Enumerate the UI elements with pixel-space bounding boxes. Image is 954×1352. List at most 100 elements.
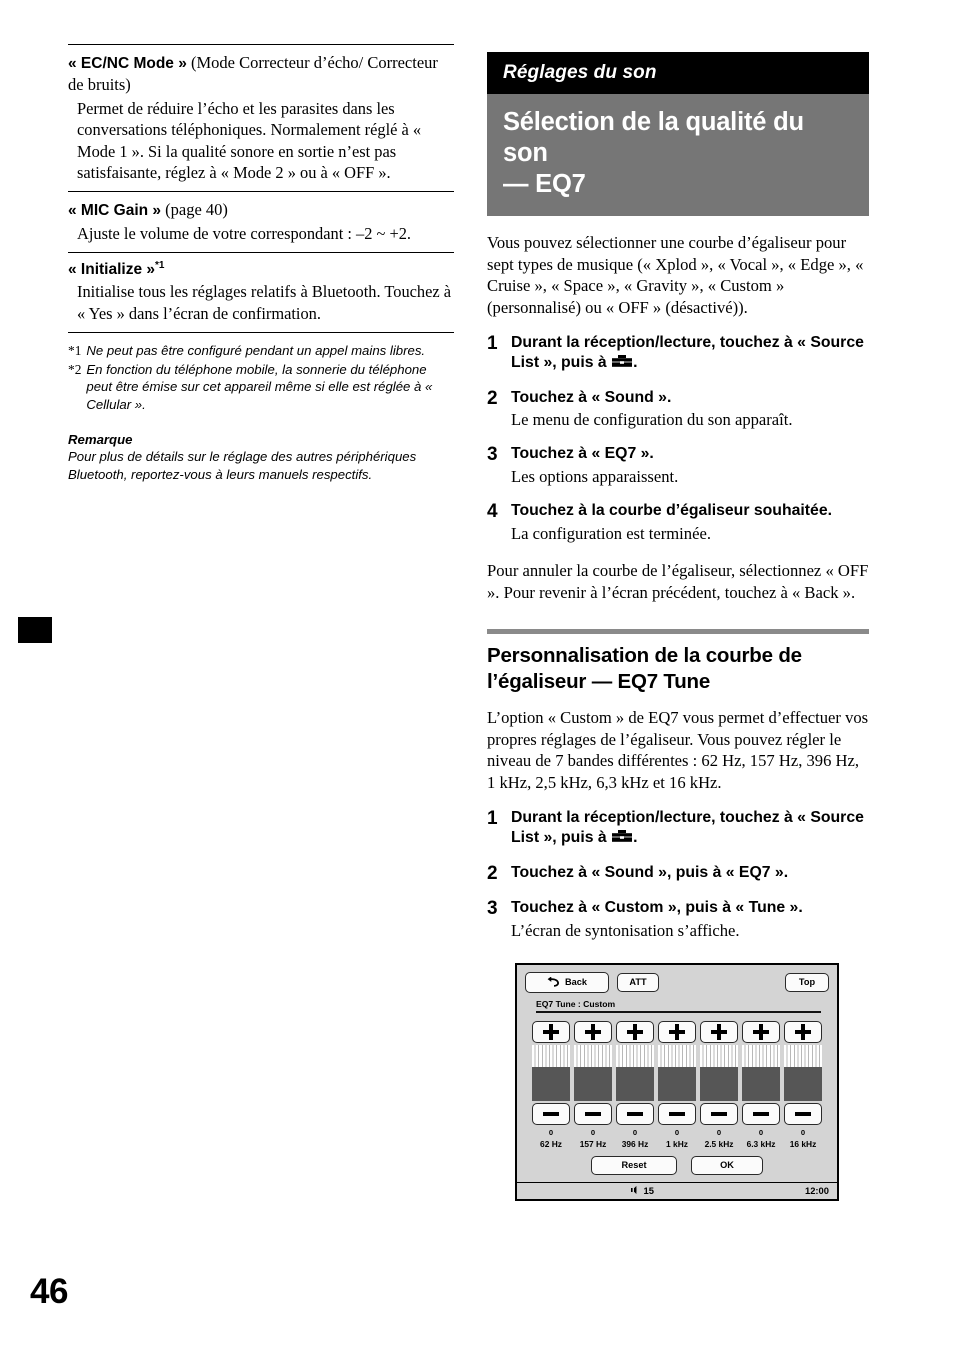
step-number: 2 (487, 862, 498, 884)
band-decrease-button[interactable] (532, 1102, 570, 1125)
ok-button[interactable]: OK (691, 1155, 763, 1175)
volume-indicator: 15 (601, 1185, 654, 1196)
band-value: 0 (674, 1127, 680, 1137)
edge-tab-marker (18, 617, 52, 643)
step-content: Touchez à la courbe d’égaliseur souhaité… (511, 501, 869, 544)
att-button[interactable]: ATT (617, 973, 659, 993)
setting-title-rest: (page 40) (161, 200, 228, 220)
step-content: Touchez à « Sound ». Le menu de configur… (511, 388, 869, 431)
step-number: 3 (487, 898, 498, 920)
footnote-text: Ne peut pas être configuré pendant un ap… (86, 343, 426, 359)
footnote-mark: *2 (68, 361, 82, 377)
setting-item-mic-gain: « MIC Gain » (page 40) Ajuste le volume … (68, 192, 454, 252)
band-frequency: 2.5 kHz (704, 1138, 734, 1149)
plus-icon (549, 1023, 553, 1040)
toolbox-icon (612, 829, 633, 844)
band-level-track[interactable] (616, 1044, 654, 1101)
top-button[interactable]: Top (785, 973, 829, 993)
speaker-icon (630, 1185, 642, 1195)
clock: 12:00 (804, 1184, 829, 1196)
right-column: Réglages du son Sélection de la qualité … (487, 52, 869, 1201)
minus-icon (543, 1111, 559, 1116)
back-button-label: Back (565, 977, 587, 988)
eq-band: 0 157 Hz (574, 1020, 612, 1149)
step-number: 3 (487, 444, 498, 466)
step-subtext: Le menu de configuration du son apparaît… (511, 410, 793, 430)
step-title: Touchez à « Sound », puis à « EQ7 ». (511, 863, 789, 881)
band-level-track[interactable] (700, 1044, 738, 1101)
band-value: 0 (716, 1127, 722, 1137)
minus-icon (711, 1111, 727, 1116)
remark-text: Pour plus de détails sur le réglage des … (68, 449, 417, 482)
band-frequency: 157 Hz (579, 1138, 607, 1149)
band-increase-button[interactable] (616, 1020, 654, 1043)
setting-title: « EC/NC Mode » (Mode Correcteur d’écho/ … (68, 52, 454, 97)
step-item: 1 Durant la réception/lecture, touchez à… (487, 333, 869, 374)
band-value: 0 (590, 1127, 596, 1137)
band-level-track[interactable] (742, 1044, 780, 1101)
step-subtext: Les options apparaissent. (511, 466, 679, 486)
intro-paragraph: Vous pouvez sélectionner une courbe d’ég… (487, 233, 864, 318)
band-frequency: 1 kHz (666, 1138, 688, 1149)
band-increase-button[interactable] (742, 1020, 780, 1043)
plus-icon (717, 1023, 721, 1040)
step-number: 1 (487, 807, 498, 829)
band-level-empty (574, 1044, 612, 1067)
band-value: 0 (758, 1127, 764, 1137)
band-increase-button[interactable] (658, 1020, 696, 1043)
equalizer-bands: 0 62 Hz 0 157 Hz 0 396 Hz 0 1 kHz 0 2.5 … (525, 1020, 829, 1149)
band-increase-button[interactable] (532, 1020, 570, 1043)
step-item: 4 Touchez à la courbe d’égaliseur souhai… (487, 501, 869, 544)
eq-band: 0 396 Hz (616, 1020, 654, 1149)
volume-value: 15 (643, 1184, 654, 1196)
device-toolbar: Back ATT Top (525, 972, 829, 994)
remark-block: Remarque Pour plus de détails sur le rég… (68, 415, 454, 484)
band-level-track[interactable] (574, 1044, 612, 1101)
band-decrease-button[interactable] (658, 1102, 696, 1125)
eq-band: 0 16 kHz (784, 1020, 822, 1149)
band-level-track[interactable] (658, 1044, 696, 1101)
step-content: Durant la réception/lecture, touchez à «… (511, 333, 869, 374)
plus-icon (801, 1023, 805, 1040)
band-level-track[interactable] (784, 1044, 822, 1101)
setting-title: « Initialize »*1 (68, 260, 454, 280)
band-decrease-button[interactable] (784, 1102, 822, 1125)
band-decrease-button[interactable] (574, 1102, 612, 1125)
step-content: Touchez à « Custom », puis à « Tune ». L… (511, 898, 869, 941)
footnote-text: En fonction du téléphone mobile, la sonn… (86, 361, 433, 413)
step-number: 1 (487, 332, 498, 354)
back-arrow-icon (547, 976, 560, 988)
band-increase-button[interactable] (700, 1020, 738, 1043)
band-increase-button[interactable] (574, 1020, 612, 1043)
band-increase-button[interactable] (784, 1020, 822, 1043)
eq-band: 0 2.5 kHz (700, 1020, 738, 1149)
setting-description: Ajuste le volume de votre correspondant … (77, 223, 412, 243)
back-button[interactable]: Back (525, 972, 609, 994)
band-decrease-button[interactable] (616, 1102, 654, 1125)
eq-band: 0 62 Hz (532, 1020, 570, 1149)
band-value: 0 (632, 1127, 638, 1137)
reset-button[interactable]: Reset (591, 1155, 677, 1175)
setting-item-initialize: « Initialize »*1 Initialise tous les rég… (68, 253, 454, 332)
band-decrease-button[interactable] (700, 1102, 738, 1125)
band-level-fill (658, 1066, 696, 1101)
step-item: 1 Durant la réception/lecture, touchez à… (487, 808, 869, 849)
band-frequency: 62 Hz (540, 1138, 562, 1149)
toolbox-icon (612, 354, 633, 369)
step-item: 2 Touchez à « Sound », puis à « EQ7 ». (487, 863, 869, 885)
section-title-line2: — EQ7 (503, 170, 586, 199)
band-decrease-button[interactable] (742, 1102, 780, 1125)
step-title-tail: . (633, 829, 638, 847)
step-title: Durant la réception/lecture, touchez à «… (511, 808, 869, 849)
band-level-fill (700, 1066, 738, 1101)
band-level-empty (784, 1044, 822, 1067)
step-item: 2 Touchez à « Sound ». Le menu de config… (487, 388, 869, 431)
step-content: Durant la réception/lecture, touchez à «… (511, 808, 869, 849)
band-level-track[interactable] (532, 1044, 570, 1101)
minus-icon (795, 1111, 811, 1116)
band-level-empty (700, 1044, 738, 1067)
step-content: Touchez à « Sound », puis à « EQ7 ». (511, 863, 869, 885)
eq-band: 0 1 kHz (658, 1020, 696, 1149)
setting-title-bold: « Initialize » (68, 261, 156, 278)
band-level-fill (616, 1066, 654, 1101)
